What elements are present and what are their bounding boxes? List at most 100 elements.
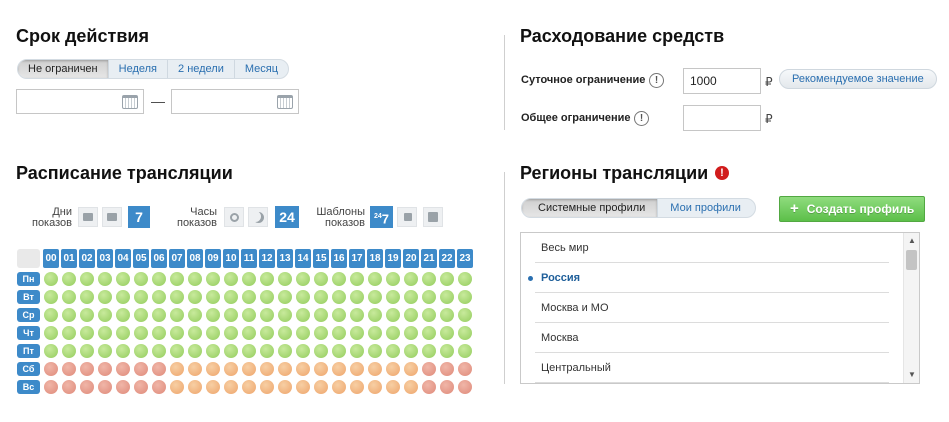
schedule-cell[interactable] [224, 272, 238, 286]
schedule-cell[interactable] [242, 326, 256, 340]
schedule-cell[interactable] [440, 326, 454, 340]
schedule-cell[interactable] [98, 326, 112, 340]
hour-header-18[interactable]: 18 [367, 249, 383, 268]
schedule-cell[interactable] [332, 272, 346, 286]
schedule-cell[interactable] [422, 344, 436, 358]
schedule-cell[interactable] [152, 362, 166, 376]
schedule-cell[interactable] [350, 290, 364, 304]
calendar-icon[interactable] [122, 95, 138, 109]
schedule-cell[interactable] [260, 326, 274, 340]
schedule-cell[interactable] [188, 380, 202, 394]
day-header-4[interactable]: Пт [17, 344, 40, 358]
schedule-cell[interactable] [350, 326, 364, 340]
schedule-cell[interactable] [188, 362, 202, 376]
day-header-1[interactable]: Вт [17, 290, 40, 304]
schedule-cell[interactable] [404, 380, 418, 394]
schedule-cell[interactable] [80, 326, 94, 340]
schedule-cell[interactable] [206, 362, 220, 376]
schedule-cell[interactable] [188, 344, 202, 358]
schedule-cell[interactable] [188, 290, 202, 304]
regions-list[interactable]: Весь мир Россия Москва и МО Москва Центр… [520, 232, 920, 384]
sofa-icon[interactable] [102, 207, 122, 227]
schedule-cell[interactable] [386, 380, 400, 394]
tab-my-profiles[interactable]: Мои профили [657, 199, 755, 217]
schedule-cell[interactable] [404, 308, 418, 322]
hour-header-10[interactable]: 10 [223, 249, 239, 268]
schedule-cell[interactable] [116, 380, 130, 394]
schedule-cell[interactable] [206, 308, 220, 322]
schedule-cell[interactable] [386, 308, 400, 322]
schedule-cell[interactable] [98, 272, 112, 286]
schedule-cell[interactable] [260, 308, 274, 322]
schedule-cell[interactable] [314, 380, 328, 394]
start-date-input[interactable] [16, 89, 144, 114]
schedule-cell[interactable] [314, 290, 328, 304]
schedule-cell[interactable] [242, 344, 256, 358]
schedule-cell[interactable] [152, 272, 166, 286]
schedule-cell[interactable] [134, 272, 148, 286]
schedule-cell[interactable] [314, 272, 328, 286]
schedule-cell[interactable] [422, 362, 436, 376]
scroll-up-icon[interactable]: ▲ [908, 236, 916, 245]
recommended-value-button[interactable]: Рекомендуемое значение [779, 69, 937, 89]
schedule-cell[interactable] [440, 272, 454, 286]
schedule-cell[interactable] [458, 362, 472, 376]
schedule-cell[interactable] [116, 308, 130, 322]
schedule-cell[interactable] [224, 326, 238, 340]
schedule-cell[interactable] [296, 290, 310, 304]
schedule-cell[interactable] [170, 344, 184, 358]
schedule-cell[interactable] [440, 380, 454, 394]
schedule-cell[interactable] [224, 362, 238, 376]
schedule-cell[interactable] [80, 290, 94, 304]
schedule-cell[interactable] [44, 380, 58, 394]
schedule-cell[interactable] [422, 326, 436, 340]
moon-icon[interactable] [248, 207, 268, 227]
schedule-cell[interactable] [206, 272, 220, 286]
schedule-cell[interactable] [206, 326, 220, 340]
daily-limit-input[interactable]: 1000 [683, 68, 761, 94]
schedule-cell[interactable] [458, 290, 472, 304]
schedule-cell[interactable] [440, 308, 454, 322]
schedule-cell[interactable] [386, 362, 400, 376]
schedule-cell[interactable] [224, 290, 238, 304]
schedule-cell[interactable] [80, 308, 94, 322]
schedule-cell[interactable] [62, 272, 76, 286]
schedule-cell[interactable] [278, 362, 292, 376]
schedule-cell[interactable] [314, 344, 328, 358]
schedule-cell[interactable] [404, 290, 418, 304]
schedule-cell[interactable] [170, 362, 184, 376]
schedule-cell[interactable] [80, 272, 94, 286]
hour-header-05[interactable]: 05 [133, 249, 149, 268]
hour-header-13[interactable]: 13 [277, 249, 293, 268]
schedule-cell[interactable] [350, 344, 364, 358]
total-limit-help-icon[interactable]: ! [634, 111, 649, 126]
schedule-cell[interactable] [278, 380, 292, 394]
sun-icon[interactable] [224, 207, 244, 227]
schedule-cell[interactable] [458, 344, 472, 358]
schedule-cell[interactable] [170, 380, 184, 394]
day-header-2[interactable]: Ср [17, 308, 40, 322]
schedule-cell[interactable] [350, 272, 364, 286]
schedule-cell[interactable] [170, 272, 184, 286]
schedule-cell[interactable] [98, 380, 112, 394]
schedule-cell[interactable] [116, 344, 130, 358]
schedule-cell[interactable] [422, 290, 436, 304]
schedule-cell[interactable] [116, 362, 130, 376]
schedule-cell[interactable] [44, 308, 58, 322]
period-month[interactable]: Месяц [233, 60, 288, 78]
templates-preset-all[interactable]: 247 [370, 206, 393, 228]
schedule-cell[interactable] [386, 326, 400, 340]
hour-header-22[interactable]: 22 [439, 249, 455, 268]
schedule-cell[interactable] [206, 380, 220, 394]
schedule-cell[interactable] [62, 290, 76, 304]
schedule-cell[interactable] [224, 344, 238, 358]
day-header-5[interactable]: Сб [17, 362, 40, 376]
schedule-cell[interactable] [134, 326, 148, 340]
schedule-cell[interactable] [152, 290, 166, 304]
schedule-cell[interactable] [134, 344, 148, 358]
schedule-cell[interactable] [440, 362, 454, 376]
schedule-cell[interactable] [134, 308, 148, 322]
schedule-cell[interactable] [242, 308, 256, 322]
schedule-cell[interactable] [350, 380, 364, 394]
schedule-cell[interactable] [296, 308, 310, 322]
